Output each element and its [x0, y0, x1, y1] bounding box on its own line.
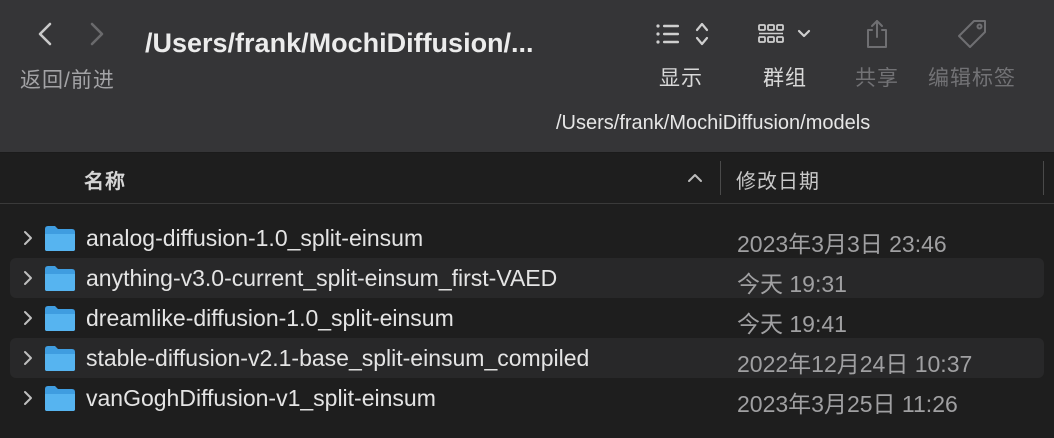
- folder-icon: [45, 306, 75, 331]
- disclosure-triangle-icon[interactable]: [20, 389, 36, 407]
- folder-icon: [45, 266, 75, 291]
- edit-tags-label: 编辑标签: [928, 67, 1016, 90]
- file-date: 2022年12月24日 10:37: [737, 351, 973, 377]
- folder-icon: [45, 226, 75, 251]
- nav-label: 返回/前进: [20, 69, 115, 92]
- back-button[interactable]: [26, 18, 66, 50]
- file-name: stable-diffusion-v2.1-base_split-einsum_…: [86, 345, 590, 371]
- disclosure-triangle-icon[interactable]: [20, 269, 36, 287]
- sort-ascending-icon[interactable]: [685, 168, 705, 188]
- group-grid-icon: [758, 24, 811, 43]
- disclosure-triangle-icon[interactable]: [20, 349, 36, 367]
- edit-tags-button[interactable]: 编辑标签: [926, 14, 1018, 94]
- path-tooltip: /Users/frank/MochiDiffusion/models: [556, 112, 871, 134]
- forward-button[interactable]: [76, 18, 116, 50]
- file-row[interactable]: dreamlike-diffusion-1.0_split-einsum 今天 …: [0, 298, 1054, 338]
- chevron-right-icon: [90, 22, 104, 46]
- group-button[interactable]: 群组: [752, 14, 818, 94]
- file-row[interactable]: stable-diffusion-v2.1-base_split-einsum_…: [10, 338, 1044, 378]
- view-options-button[interactable]: 显示: [646, 14, 716, 94]
- file-name: dreamlike-diffusion-1.0_split-einsum: [86, 305, 454, 331]
- tag-icon: [958, 20, 986, 48]
- share-icon: [867, 20, 887, 48]
- file-date: 2023年3月3日 23:46: [737, 231, 947, 257]
- file-name: vanGoghDiffusion-v1_split-einsum: [86, 385, 436, 411]
- file-name: anything-v3.0-current_split-einsum_first…: [86, 265, 558, 291]
- column-name-header[interactable]: 名称: [84, 165, 126, 194]
- column-divider[interactable]: [720, 161, 721, 195]
- column-header: 名称 修改日期: [0, 153, 1054, 204]
- file-date: 2023年3月25日 11:26: [737, 391, 958, 417]
- disclosure-triangle-icon[interactable]: [20, 309, 36, 327]
- window-title: /Users/frank/MochiDiffusion/...: [145, 28, 534, 58]
- folder-icon: [45, 386, 75, 411]
- view-options-label: 显示: [659, 67, 703, 90]
- file-row[interactable]: analog-diffusion-1.0_split-einsum 2023年3…: [0, 218, 1054, 258]
- list-view-icon: [656, 22, 709, 46]
- file-list: analog-diffusion-1.0_split-einsum 2023年3…: [0, 218, 1054, 418]
- file-date: 今天 19:31: [737, 271, 847, 297]
- column-divider[interactable]: [1043, 161, 1044, 195]
- column-date-modified-header[interactable]: 修改日期: [736, 165, 820, 194]
- group-label: 群组: [763, 67, 807, 90]
- finder-toolbar: 返回/前进 /Users/frank/MochiDiffusion/... 显示: [0, 0, 1054, 153]
- disclosure-triangle-icon[interactable]: [20, 229, 36, 247]
- file-date: 今天 19:41: [737, 311, 847, 337]
- share-button[interactable]: 共享: [850, 14, 904, 94]
- chevron-left-icon: [38, 22, 52, 46]
- file-row[interactable]: anything-v3.0-current_split-einsum_first…: [10, 258, 1044, 298]
- folder-icon: [45, 346, 75, 371]
- share-label: 共享: [855, 67, 899, 90]
- file-row[interactable]: vanGoghDiffusion-v1_split-einsum 2023年3月…: [0, 378, 1054, 418]
- file-name: analog-diffusion-1.0_split-einsum: [86, 225, 424, 251]
